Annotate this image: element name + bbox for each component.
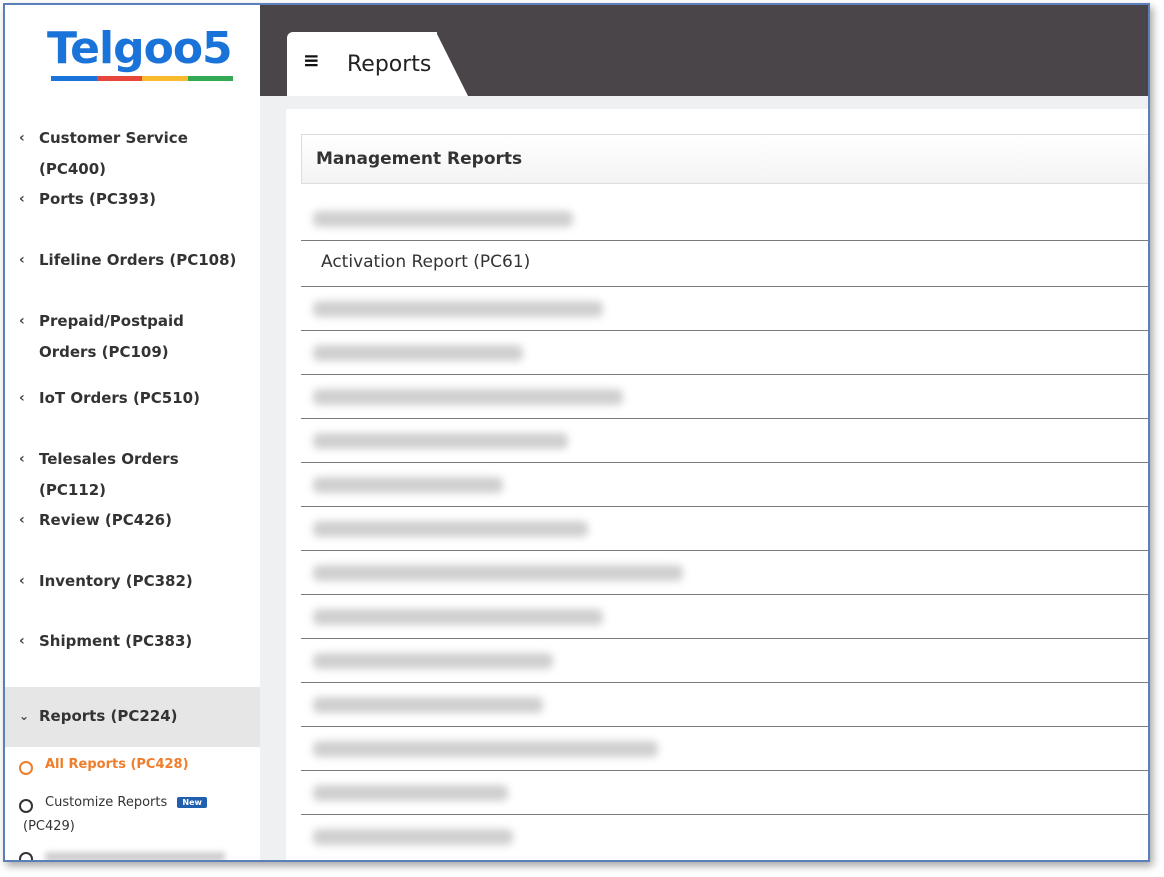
panel-header: Management Reports: [301, 134, 1148, 184]
report-row-blurred[interactable]: [301, 727, 1148, 771]
report-row-blurred[interactable]: [301, 639, 1148, 683]
blurred-report-label: [313, 653, 553, 669]
logo-color-bar: [51, 76, 233, 81]
report-row-blurred[interactable]: [301, 287, 1148, 331]
report-row-blurred[interactable]: [301, 683, 1148, 727]
sidebar-item-label: Inventory (PC382): [39, 572, 193, 590]
blurred-report-label: [313, 609, 603, 625]
sidebar-item-label: Telesales Orders (PC112): [39, 450, 179, 499]
sidebar-item-telesales-orders[interactable]: ‹ Telesales Orders (PC112): [5, 444, 260, 505]
report-row-blurred[interactable]: [301, 463, 1148, 507]
blurred-report-label: [313, 477, 503, 493]
sidebar-item-customer-service[interactable]: ‹ Customer Service (PC400): [5, 110, 260, 178]
sidebar-item-shipment[interactable]: ‹ Shipment (PC383): [5, 626, 260, 687]
report-row-blurred[interactable]: [301, 331, 1148, 375]
sidebar-item-reports[interactable]: ⌄ Reports (PC224): [5, 687, 260, 747]
blurred-report-label: [313, 565, 683, 581]
sidebar-item-review[interactable]: ‹ Review (PC426): [5, 505, 260, 566]
sidebar-subitem-all-reports[interactable]: All Reports (PC428): [5, 757, 260, 787]
chevron-left-icon: ‹: [19, 191, 25, 207]
blurred-report-label: [313, 389, 623, 405]
main-content: Management Reports Activation Report (PC…: [260, 96, 1148, 860]
sidebar-subitem-partial[interactable]: [5, 848, 260, 860]
chevron-left-icon: ‹: [19, 451, 25, 467]
chevron-left-icon: ‹: [19, 130, 25, 146]
report-row-blurred[interactable]: [301, 815, 1148, 859]
circle-icon: [19, 761, 33, 775]
blurred-report-label: [313, 829, 513, 845]
blurred-report-label: [313, 521, 588, 537]
tab-title: Reports: [347, 52, 432, 77]
new-badge: New: [177, 797, 207, 808]
hamburger-menu-icon[interactable]: ≡: [303, 48, 321, 72]
blurred-report-label: [313, 741, 658, 757]
blurred-report-label: [313, 785, 508, 801]
blurred-report-label: [313, 211, 573, 227]
sidebar-item-label: Shipment (PC383): [39, 632, 193, 650]
report-row-activation[interactable]: Activation Report (PC61): [301, 241, 1148, 287]
app-window: Telgoo5 ‹ Customer Service (PC400) ‹ Por…: [3, 3, 1150, 862]
report-row-blurred[interactable]: [301, 507, 1148, 551]
blurred-report-label: [313, 301, 603, 317]
blurred-label: [45, 852, 225, 860]
chevron-left-icon: ‹: [19, 252, 25, 268]
blurred-report-label: [313, 697, 543, 713]
circle-icon: [19, 799, 33, 813]
sidebar-item-lifeline-orders[interactable]: ‹ Lifeline Orders (PC108): [5, 232, 260, 293]
chevron-left-icon: ‹: [19, 313, 25, 329]
sidebar-item-inventory[interactable]: ‹ Inventory (PC382): [5, 566, 260, 626]
sidebar-nav: ‹ Customer Service (PC400) ‹ Ports (PC39…: [5, 110, 260, 860]
sidebar-item-iot-orders[interactable]: ‹ IoT Orders (PC510): [5, 383, 260, 444]
logo: Telgoo5: [47, 23, 233, 74]
panel-title: Management Reports: [316, 149, 523, 169]
chevron-down-icon: ⌄: [19, 709, 30, 723]
sidebar-item-label: Lifeline Orders (PC108): [39, 251, 237, 269]
report-row-blurred[interactable]: [301, 595, 1148, 639]
reports-panel: Management Reports Activation Report (PC…: [286, 109, 1148, 860]
sidebar-item-label: Prepaid/Postpaid Orders (PC109): [39, 312, 184, 361]
sidebar-subitem-customize-reports[interactable]: Customize Reports New: [5, 795, 260, 813]
tab-reports[interactable]: ≡ Reports: [287, 32, 437, 96]
sidebar: Telgoo5 ‹ Customer Service (PC400) ‹ Por…: [5, 5, 260, 860]
tab-slant: [436, 32, 468, 96]
circle-icon: [19, 852, 33, 860]
report-row-blurred[interactable]: [301, 551, 1148, 595]
top-header: ≡ Reports: [260, 5, 1148, 96]
sidebar-subitem-label: Customize Reports: [45, 795, 168, 810]
report-row-blurred[interactable]: [301, 771, 1148, 815]
sidebar-item-prepaid-postpaid-orders[interactable]: ‹ Prepaid/Postpaid Orders (PC109): [5, 293, 260, 383]
chevron-left-icon: ‹: [19, 633, 25, 649]
blurred-report-label: [313, 345, 523, 361]
chevron-left-icon: ‹: [19, 512, 25, 528]
report-list: Activation Report (PC61): [301, 197, 1148, 859]
sidebar-subitem-label: All Reports (PC428): [45, 757, 189, 772]
sidebar-item-label: Review (PC426): [39, 511, 172, 529]
report-row-label: Activation Report (PC61): [321, 252, 531, 272]
sidebar-item-label: Reports (PC224): [39, 707, 178, 725]
chevron-left-icon: ‹: [19, 573, 25, 589]
reports-submenu: All Reports (PC428) Customize Reports Ne…: [5, 757, 260, 860]
sidebar-subitem-label-code: (PC429): [23, 819, 75, 834]
blurred-report-label: [313, 433, 568, 449]
report-row-blurred[interactable]: [301, 197, 1148, 241]
chevron-left-icon: ‹: [19, 390, 25, 406]
sidebar-item-label: IoT Orders (PC510): [39, 389, 200, 407]
report-row-blurred[interactable]: [301, 375, 1148, 419]
sidebar-item-label: Customer Service (PC400): [39, 129, 188, 178]
sidebar-item-label: Ports (PC393): [39, 190, 157, 208]
report-row-blurred[interactable]: [301, 419, 1148, 463]
